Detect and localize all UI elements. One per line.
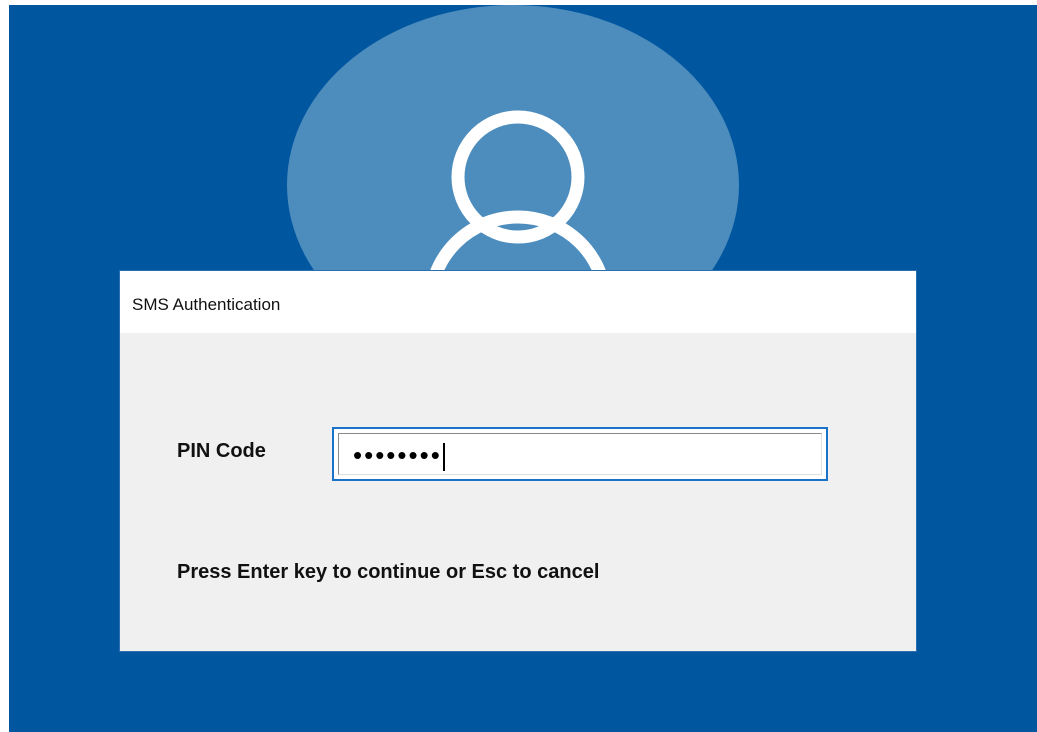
instruction-text: Press Enter key to continue or Esc to ca… [177,561,600,583]
pin-code-dots: •••••••• [353,440,442,470]
lock-screen-background: SMS Authentication PIN Code •••••••• Pre… [9,5,1037,732]
dialog-titlebar: SMS Authentication [120,271,916,333]
pin-code-label: PIN Code [177,440,266,462]
pin-code-input[interactable]: •••••••• [332,427,828,481]
pin-code-field[interactable]: •••••••• [338,433,822,475]
pin-code-masked-value: •••••••• [353,440,445,472]
dialog-title: SMS Authentication [132,295,281,314]
text-caret [442,443,445,472]
sms-authentication-dialog: SMS Authentication PIN Code •••••••• Pre… [119,270,917,652]
